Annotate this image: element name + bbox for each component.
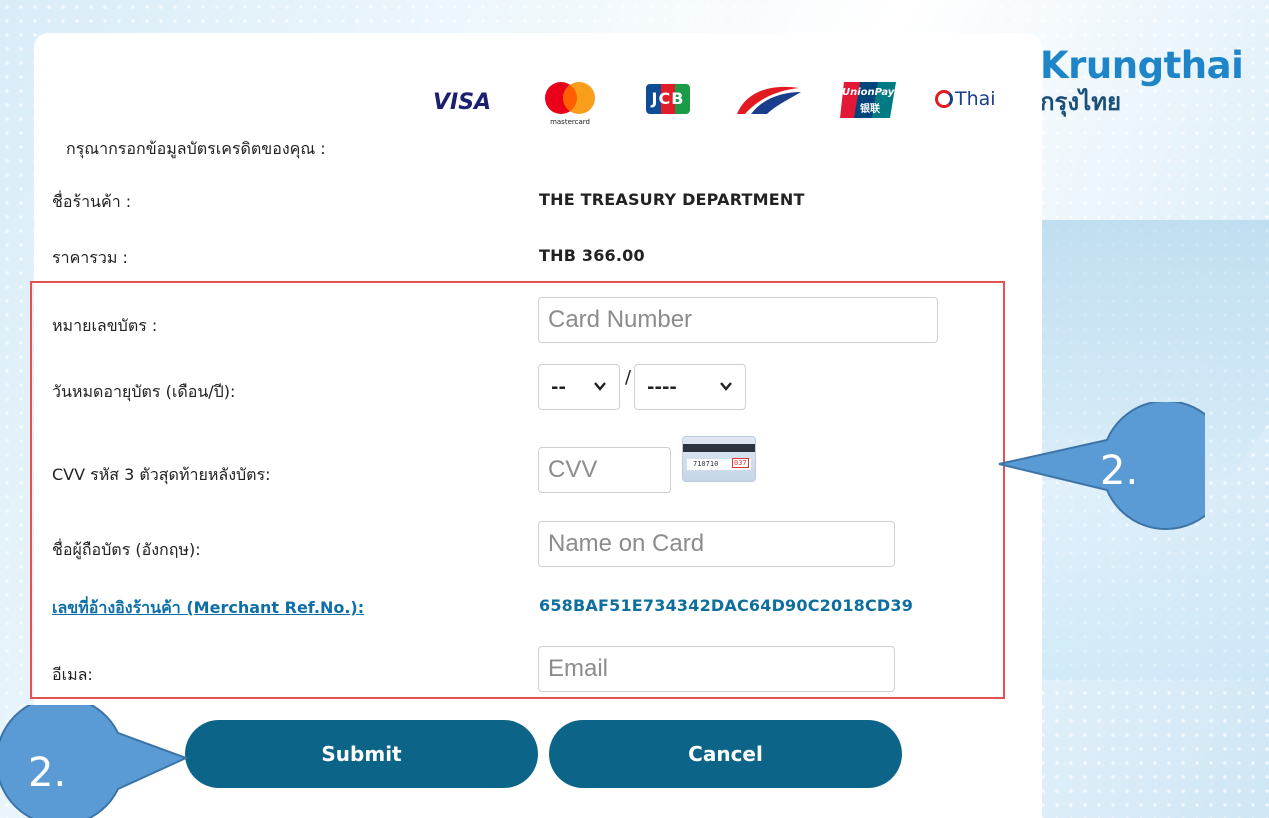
expiry-month-select[interactable]: -- (538, 364, 620, 410)
chevron-down-icon (720, 382, 732, 391)
cvv-label: CVV รหัส 3 ตัวสุดท้ายหลังบัตร: (52, 465, 271, 484)
unionpay-text: UnionPay (842, 87, 895, 98)
cvv-card-icon: 710710 037 (682, 436, 756, 482)
visa-logo: VISA (433, 80, 495, 124)
mastercard-wordmark: mastercard (550, 118, 590, 126)
krungthai-logo: Krungthai กรุงไทย (1040, 44, 1244, 116)
thai-logo: Thai (935, 88, 996, 110)
expiry-month-value: -- (551, 376, 566, 398)
cvv-input[interactable] (538, 447, 671, 493)
swoosh-card-logo (733, 84, 803, 120)
unionpay-logo: UnionPay 银联 (838, 80, 898, 120)
total-price-value: THB 366.00 (539, 246, 645, 265)
email-input[interactable] (538, 646, 895, 692)
jcb-logo: JCB (646, 84, 690, 114)
jcb-logo-text: JCB (651, 89, 685, 108)
email-label: อีเมล: (52, 665, 93, 684)
callout-left-label: 2. (28, 750, 67, 796)
expiry-date-label: วันหมดอายุบัตร (เดือน/ปี): (52, 382, 236, 401)
brand-name-th: กรุงไทย (1040, 88, 1122, 116)
card-number-label: หมายเลขบัตร : (52, 316, 158, 335)
form-intro-text: กรุณากรอกข้อมูลบัตรเครดิตของคุณ : (66, 139, 326, 158)
callout-right-label: 2. (1100, 448, 1139, 494)
chevron-down-icon (594, 382, 606, 391)
expiry-year-select[interactable]: ---- (634, 364, 746, 410)
cvv-card-digits: 710710 (693, 460, 719, 468)
mastercard-logo: mastercard (540, 80, 600, 126)
highlighted-card-fields-box (30, 281, 1005, 699)
cardholder-name-input[interactable] (538, 521, 895, 567)
merchant-ref-link[interactable]: เลขที่อ้างอิงร้านค้า (Merchant Ref.No.): (52, 596, 364, 621)
swoosh-icon (737, 86, 801, 114)
merchant-name-value: THE TREASURY DEPARTMENT (539, 190, 805, 209)
expiry-year-value: ---- (647, 376, 677, 398)
cvv-card-code: 037 (732, 458, 749, 468)
merchant-name-label: ชื่อร้านค้า : (52, 192, 132, 211)
brand-name-en: Krungthai (1040, 44, 1244, 87)
visa-logo-text: VISA (433, 89, 492, 115)
submit-button[interactable]: Submit (185, 720, 538, 788)
unionpay-text-cn: 银联 (860, 104, 880, 115)
expiry-separator: / (625, 367, 632, 388)
cancel-button[interactable]: Cancel (549, 720, 902, 788)
total-price-label: ราคารวม : (52, 248, 128, 267)
mastercard-icon (545, 82, 595, 114)
card-number-input[interactable] (538, 297, 938, 343)
merchant-ref-value: 658BAF51E734342DAC64D90C2018CD39 (539, 596, 914, 615)
thai-logo-text: Thai (955, 88, 996, 110)
thai-swirl-icon (935, 90, 953, 108)
cardholder-name-label: ชื่อผู้ถือบัตร (อังกฤษ): (52, 540, 201, 559)
